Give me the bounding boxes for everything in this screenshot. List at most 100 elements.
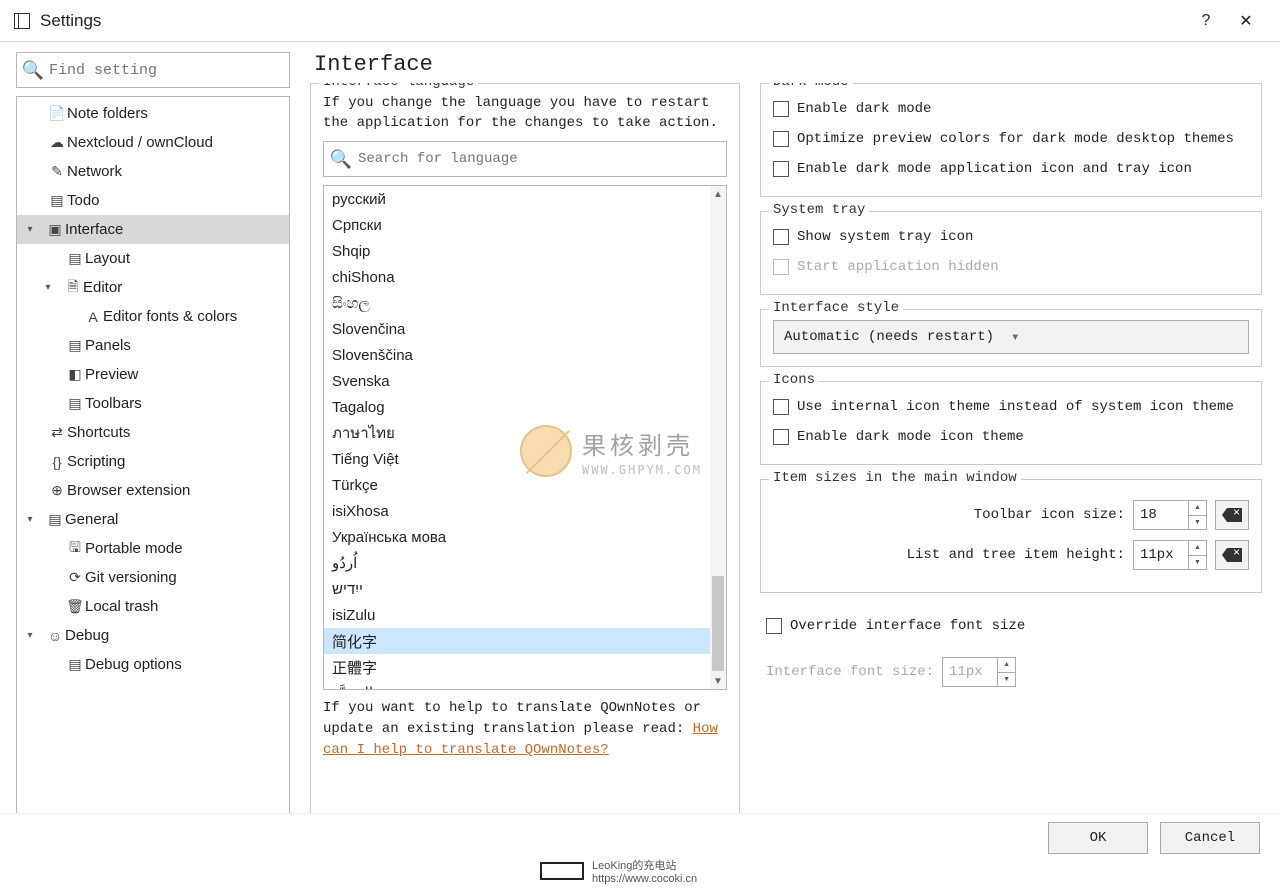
sidebar-item-nextcloud-owncloud[interactable]: ☁Nextcloud / ownCloud — [17, 128, 289, 157]
item-icon: ▤ — [65, 250, 85, 267]
search-icon: 🔍 — [324, 149, 358, 170]
item-icon: ▤ — [65, 337, 85, 354]
item-icon: {} — [47, 454, 67, 470]
language-search-box[interactable]: 🔍 — [323, 141, 727, 177]
help-button[interactable]: ? — [1186, 12, 1226, 30]
item-icon: 🖫 — [65, 537, 85, 561]
sidebar-item-interface[interactable]: ▾▣Interface — [17, 215, 289, 244]
sidebar-item-portable-mode[interactable]: 🖫Portable mode — [17, 534, 289, 563]
sidebar-item-preview[interactable]: ◧Preview — [17, 360, 289, 389]
language-option[interactable]: isiZulu — [324, 602, 726, 628]
sidebar-item-panels[interactable]: ▤Panels — [17, 331, 289, 360]
sidebar-item-general[interactable]: ▾▤General — [17, 505, 289, 534]
language-option[interactable]: Српски — [324, 212, 726, 238]
group-interface-style: Interface style Automatic (needs restart… — [760, 309, 1262, 367]
language-search-input[interactable] — [358, 151, 726, 167]
item-icon: ▤ — [65, 395, 85, 412]
language-option[interactable]: Українська мова — [324, 524, 726, 550]
scroll-down-icon[interactable]: ▼ — [710, 673, 726, 689]
group-interface-language: Interface language If you change the lan… — [310, 83, 740, 847]
checkbox-use-internal-icon-theme-instead-of-system-icon-theme[interactable]: Use internal icon theme instead of syste… — [773, 392, 1249, 422]
page-title: Interface — [314, 52, 1262, 77]
sidebar-item-shortcuts[interactable]: ⇄Shortcuts — [17, 418, 289, 447]
checkbox-enable-dark-mode[interactable]: Enable dark mode — [773, 94, 1249, 124]
language-option[interactable]: chiShona — [324, 264, 726, 290]
language-option[interactable]: Shqip — [324, 238, 726, 264]
language-option[interactable]: Türkçe — [324, 472, 726, 498]
content-panel: Interface Interface language If you chan… — [300, 42, 1280, 855]
item-icon: A — [83, 309, 103, 325]
language-option[interactable]: Tiếng Việt — [324, 446, 726, 472]
sidebar-item-toolbars[interactable]: ▤Toolbars — [17, 389, 289, 418]
language-option[interactable]: 简化字 — [324, 628, 726, 654]
reset-toolbar-icon-size-button[interactable] — [1215, 500, 1249, 530]
language-list[interactable]: русскийСрпскиShqipchiShonaසිංහලSlovenčin… — [323, 185, 727, 690]
language-option[interactable]: Slovenčina — [324, 316, 726, 342]
checkbox-override-font-size[interactable]: Override interface font size — [766, 611, 1262, 641]
language-option[interactable]: العَرَبِيَّة — [324, 680, 726, 689]
interface-style-select[interactable]: Automatic (needs restart) ▾ — [773, 320, 1249, 354]
item-icon: ◧ — [65, 366, 85, 383]
chevron-up-icon[interactable]: ▲ — [1189, 501, 1206, 516]
search-settings-box[interactable]: 🔍 — [16, 52, 290, 88]
toolbar-icon-size-stepper[interactable]: 18 ▲▼ — [1133, 500, 1207, 530]
checkbox-show-system-tray[interactable]: Show system tray icon — [773, 222, 1249, 252]
sidebar-item-editor[interactable]: ▾🗎Editor — [17, 273, 289, 302]
translate-help-text: If you want to help to translate QOwnNot… — [323, 698, 727, 761]
close-button[interactable]: ✕ — [1226, 11, 1266, 31]
group-system-tray: System tray Show system tray icon Start … — [760, 211, 1262, 295]
scroll-thumb[interactable] — [712, 576, 724, 671]
sidebar-item-browser-extension[interactable]: ⊕Browser extension — [17, 476, 289, 505]
language-note: If you change the language you have to r… — [323, 94, 727, 133]
scrollbar[interactable]: ▲ ▼ — [710, 186, 726, 689]
sidebar-item-scripting[interactable]: {}Scripting — [17, 447, 289, 476]
language-option[interactable]: සිංහල — [324, 290, 726, 316]
group-title: Interface language — [319, 83, 478, 90]
language-option[interactable]: ภาษาไทย — [324, 420, 726, 446]
chevron-down-icon[interactable]: ▼ — [1189, 516, 1206, 530]
sidebar-item-network[interactable]: ✎Network — [17, 157, 289, 186]
item-icon: 🗎 — [63, 276, 83, 300]
chevron-down-icon[interactable]: ▾ — [23, 630, 37, 641]
sidebar-item-git-versioning[interactable]: ⟳Git versioning — [17, 563, 289, 592]
sidebar-item-editor-fonts-colors[interactable]: AEditor fonts & colors — [17, 302, 289, 331]
sidebar-item-todo[interactable]: ▤Todo — [17, 186, 289, 215]
language-option[interactable]: 正體字 — [324, 654, 726, 680]
item-icon: ✎ — [47, 163, 67, 180]
reset-list-item-height-button[interactable] — [1215, 540, 1249, 570]
chevron-up-icon[interactable]: ▲ — [1189, 541, 1206, 556]
list-item-height-stepper[interactable]: 11px ▲▼ — [1133, 540, 1207, 570]
language-option[interactable]: Tagalog — [324, 394, 726, 420]
chevron-down-icon[interactable]: ▼ — [1189, 556, 1206, 570]
checkbox-enable-dark-mode-icon-theme[interactable]: Enable dark mode icon theme — [773, 422, 1249, 452]
checkbox-optimize-preview-colors-for-dark-mode-desktop-themes[interactable]: Optimize preview colors for dark mode de… — [773, 124, 1249, 154]
cancel-button[interactable]: Cancel — [1160, 822, 1260, 854]
window-title: Settings — [40, 11, 101, 31]
checkbox-enable-dark-mode-application-icon-and-tray-icon[interactable]: Enable dark mode application icon and tr… — [773, 154, 1249, 184]
sidebar-item-layout[interactable]: ▤Layout — [17, 244, 289, 273]
language-option[interactable]: ייִדיש — [324, 576, 726, 602]
backspace-icon — [1222, 548, 1242, 562]
language-option[interactable]: Svenska — [324, 368, 726, 394]
sidebar-item-debug[interactable]: ▾☺Debug — [17, 621, 289, 650]
sidebar-item-debug-options[interactable]: ▤Debug options — [17, 650, 289, 679]
settings-tree[interactable]: 📄Note folders☁Nextcloud / ownCloud✎Netwo… — [16, 96, 290, 845]
item-icon: ▤ — [65, 656, 85, 673]
chevron-down-icon[interactable]: ▾ — [23, 224, 37, 235]
interface-font-size-stepper: 11px ▲▼ — [942, 657, 1016, 687]
group-dark-mode: Dark mode Enable dark modeOptimize previ… — [760, 83, 1262, 197]
language-option[interactable]: اُردُو — [324, 550, 726, 576]
sidebar-item-local-trash[interactable]: 🗑Local trash — [17, 592, 289, 621]
bottom-credit: LeoKing的充电站 https://www.cocoki.cn — [540, 857, 697, 885]
language-option[interactable]: Slovenščina — [324, 342, 726, 368]
chevron-down-icon[interactable]: ▾ — [23, 514, 37, 525]
language-option[interactable]: isiXhosa — [324, 498, 726, 524]
search-input[interactable] — [49, 62, 289, 79]
scroll-up-icon[interactable]: ▲ — [710, 186, 726, 202]
ok-button[interactable]: OK — [1048, 822, 1148, 854]
chevron-down-icon[interactable]: ▾ — [41, 282, 55, 293]
search-icon: 🔍 — [17, 60, 49, 81]
sidebar-item-note-folders[interactable]: 📄Note folders — [17, 99, 289, 128]
checkbox-start-hidden: Start application hidden — [773, 252, 1249, 282]
language-option[interactable]: русский — [324, 186, 726, 212]
